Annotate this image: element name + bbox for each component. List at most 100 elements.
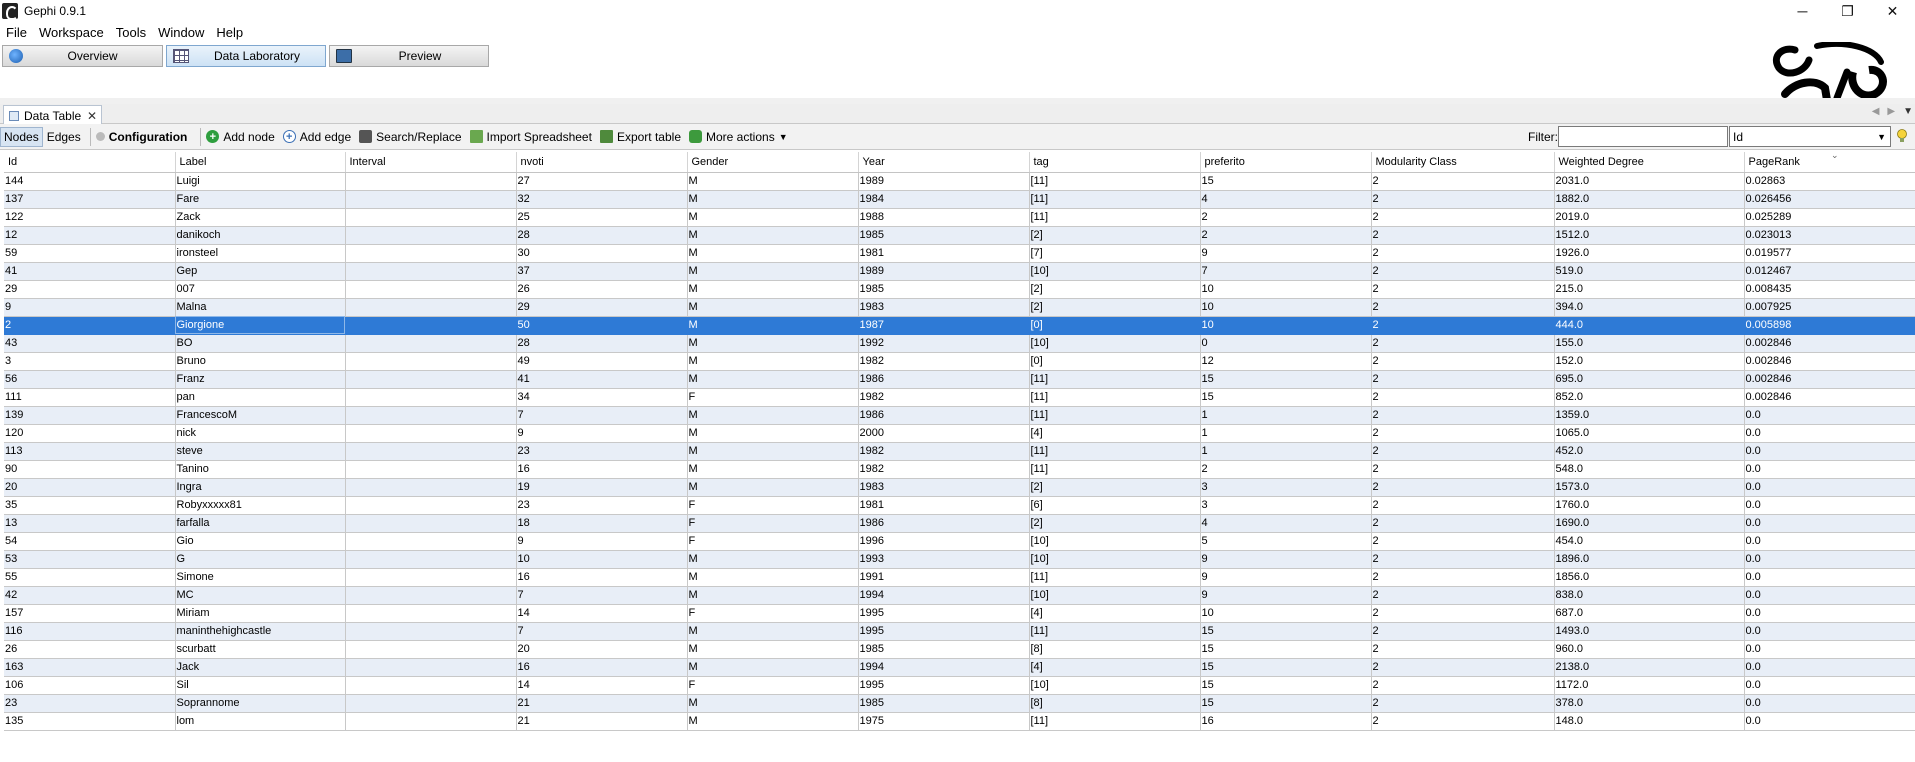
- table-cell[interactable]: [10]: [1029, 262, 1201, 281]
- table-cell[interactable]: [11]: [1029, 172, 1201, 191]
- table-cell[interactable]: [2]: [1029, 280, 1201, 299]
- table-cell[interactable]: 15: [1200, 622, 1372, 641]
- table-cell[interactable]: 1690.0: [1554, 514, 1745, 533]
- table-cell[interactable]: 32: [516, 190, 688, 209]
- table-cell[interactable]: 0.0: [1744, 460, 1915, 479]
- table-cell[interactable]: 1986: [858, 514, 1030, 533]
- table-cell[interactable]: 23: [516, 496, 688, 515]
- table-cell[interactable]: 215.0: [1554, 280, 1745, 299]
- table-cell[interactable]: 7: [516, 622, 688, 641]
- table-cell[interactable]: F: [687, 604, 859, 623]
- table-cell[interactable]: Simone: [175, 568, 346, 587]
- table-cell[interactable]: 0.0: [1744, 622, 1915, 641]
- table-cell[interactable]: 9: [516, 424, 688, 443]
- preview-button[interactable]: Preview: [329, 45, 489, 67]
- table-cell[interactable]: 0.0: [1744, 658, 1915, 677]
- table-cell[interactable]: 0.0: [1744, 478, 1915, 497]
- table-cell[interactable]: FrancescoM: [175, 406, 346, 425]
- table-cell[interactable]: 14: [516, 604, 688, 623]
- table-cell[interactable]: [345, 262, 517, 281]
- table-cell[interactable]: 53: [4, 550, 176, 569]
- table-cell[interactable]: M: [687, 460, 859, 479]
- table-cell[interactable]: 695.0: [1554, 370, 1745, 389]
- table-cell[interactable]: 16: [516, 658, 688, 677]
- table-cell[interactable]: 2: [1371, 568, 1555, 587]
- lightbulb-icon[interactable]: [1896, 129, 1908, 143]
- table-cell[interactable]: 2: [1371, 478, 1555, 497]
- tab-scroll-left-icon[interactable]: ◀: [1872, 106, 1880, 117]
- table-row[interactable]: 41 Gep 37 M 1989 [10] 7 2 519.0 0.012467: [4, 262, 1915, 281]
- filter-column-select[interactable]: Id ▼: [1729, 126, 1891, 147]
- table-cell[interactable]: 90: [4, 460, 176, 479]
- table-cell[interactable]: 0.023013: [1744, 226, 1915, 245]
- table-cell[interactable]: 0.0: [1744, 568, 1915, 587]
- table-cell[interactable]: 454.0: [1554, 532, 1745, 551]
- minimize-button[interactable]: ─: [1780, 0, 1825, 22]
- table-cell[interactable]: 2: [1200, 208, 1372, 227]
- table-row[interactable]: 116 maninthehighcastle 7 M 1995 [11] 15 2 1493.0…: [4, 622, 1915, 641]
- table-cell[interactable]: [11]: [1029, 568, 1201, 587]
- table-cell[interactable]: Gep: [175, 262, 346, 281]
- table-cell[interactable]: 0.012467: [1744, 262, 1915, 281]
- close-window-button[interactable]: ✕: [1870, 0, 1915, 22]
- table-cell[interactable]: 116: [4, 622, 176, 641]
- table-cell[interactable]: 43: [4, 334, 176, 353]
- table-cell[interactable]: [10]: [1029, 532, 1201, 551]
- table-cell[interactable]: ironsteel: [175, 244, 346, 263]
- table-cell[interactable]: 135: [4, 712, 176, 731]
- table-cell[interactable]: 1896.0: [1554, 550, 1745, 569]
- table-cell[interactable]: 1512.0: [1554, 226, 1745, 245]
- table-cell[interactable]: 15: [1200, 658, 1372, 677]
- table-cell[interactable]: 9: [516, 532, 688, 551]
- table-cell[interactable]: 1065.0: [1554, 424, 1745, 443]
- table-cell[interactable]: [345, 622, 517, 641]
- table-cell[interactable]: [345, 370, 517, 389]
- table-cell[interactable]: [345, 676, 517, 695]
- table-cell[interactable]: 0.0: [1744, 496, 1915, 515]
- table-cell[interactable]: Zack: [175, 208, 346, 227]
- table-cell[interactable]: 2: [1200, 226, 1372, 245]
- table-cell[interactable]: 1996: [858, 532, 1030, 551]
- table-cell[interactable]: [11]: [1029, 406, 1201, 425]
- menu-window[interactable]: Window: [152, 25, 210, 40]
- table-cell[interactable]: 2: [1371, 244, 1555, 263]
- table-cell[interactable]: 1981: [858, 244, 1030, 263]
- table-cell[interactable]: 1982: [858, 460, 1030, 479]
- table-cell[interactable]: 15: [1200, 676, 1372, 695]
- table-cell[interactable]: 5: [1200, 532, 1372, 551]
- table-cell[interactable]: 960.0: [1554, 640, 1745, 659]
- table-cell[interactable]: Bruno: [175, 352, 346, 371]
- table-cell[interactable]: 2: [1371, 190, 1555, 209]
- table-cell[interactable]: 37: [516, 262, 688, 281]
- table-cell[interactable]: 2: [1371, 388, 1555, 407]
- column-header[interactable]: ⌄ PageRank: [1744, 150, 1915, 173]
- table-cell[interactable]: [11]: [1029, 460, 1201, 479]
- table-cell[interactable]: 59: [4, 244, 176, 263]
- table-cell[interactable]: M: [687, 244, 859, 263]
- table-cell[interactable]: [345, 388, 517, 407]
- table-cell[interactable]: M: [687, 190, 859, 209]
- table-cell[interactable]: Robyxxxxx81: [175, 496, 346, 515]
- table-cell[interactable]: 26: [4, 640, 176, 659]
- table-cell[interactable]: M: [687, 424, 859, 443]
- table-cell[interactable]: 2: [1371, 334, 1555, 353]
- table-cell[interactable]: BO: [175, 334, 346, 353]
- tab-list-dropdown-icon[interactable]: ▼: [1903, 106, 1913, 117]
- table-row[interactable]: 23 Soprannome 21 M 1985 [8] 15 2 378.0 0.0: [4, 694, 1915, 713]
- table-cell[interactable]: 28: [516, 334, 688, 353]
- table-cell[interactable]: M: [687, 406, 859, 425]
- table-cell[interactable]: [345, 712, 517, 731]
- table-cell[interactable]: 0.0: [1744, 712, 1915, 731]
- table-cell[interactable]: 111: [4, 388, 176, 407]
- table-cell[interactable]: 26: [516, 280, 688, 299]
- table-cell[interactable]: 28: [516, 226, 688, 245]
- table-cell[interactable]: 1982: [858, 442, 1030, 461]
- table-cell[interactable]: 21: [516, 712, 688, 731]
- table-cell[interactable]: steve: [175, 442, 346, 461]
- table-cell[interactable]: 452.0: [1554, 442, 1745, 461]
- table-row[interactable]: 55 Simone 16 M 1991 [11] 9 2 1856.0 0.0: [4, 568, 1915, 587]
- table-cell[interactable]: pan: [175, 388, 346, 407]
- table-cell[interactable]: 548.0: [1554, 460, 1745, 479]
- table-row[interactable]: 3 Bruno 49 M 1982 [0] 12 2 152.0 0.002846: [4, 352, 1915, 371]
- table-cell[interactable]: 0.008435: [1744, 280, 1915, 299]
